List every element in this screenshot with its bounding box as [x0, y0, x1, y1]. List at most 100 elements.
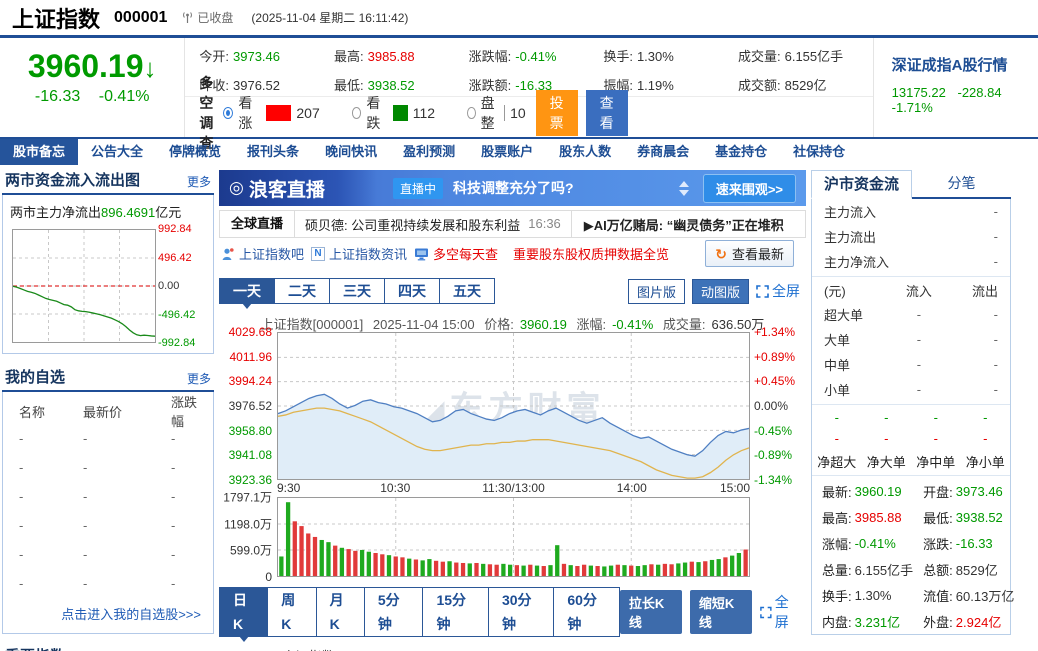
bear-swatch: [393, 105, 408, 121]
period-tabs: 一天二天三天四天五天: [219, 278, 495, 304]
live-banner[interactable]: ◎ 浪客直播 直播中 科技调整充分了吗? 速来围观>>: [219, 170, 806, 206]
daily-survey-link[interactable]: 多空每天查: [414, 244, 498, 263]
period-tab[interactable]: 四天: [385, 278, 440, 304]
kline-tab[interactable]: 15分钟: [423, 587, 488, 637]
radio-flat-icon[interactable]: [467, 107, 476, 119]
watchlist-enter-link[interactable]: 点击进入我的自选股>>>: [11, 598, 205, 627]
stat-cell: 成交额:8529亿: [738, 75, 873, 94]
vote-button[interactable]: 投票: [536, 90, 578, 136]
nav-tab[interactable]: 基金持仓: [702, 139, 780, 165]
price-y-labels-right: +1.34%+0.89%+0.45%0.00%-0.45%-0.89%-1.34…: [750, 332, 806, 480]
net-values-green-row: ----: [812, 407, 1010, 428]
szse-pct: -1.71%: [892, 100, 933, 115]
fullscreen-link[interactable]: 全屏: [756, 281, 800, 301]
fund-flow-more-link[interactable]: 更多: [187, 173, 211, 190]
watchlist-box: 名称 最新价 涨跌幅 - - - - - - - - -: [2, 392, 214, 634]
sentiment-survey: 多空调查 看涨 207 看跌 112 盘整 10: [185, 96, 872, 128]
right-sidebar: 沪市资金流 分笔 主力流入- 主力流出- 主力净流入- (元) 流入 流出: [811, 170, 1011, 651]
fullscreen-link-bottom[interactable]: 全屏: [760, 592, 800, 632]
time-axis-labels: 9:3010:3011:30/13:0014:0015:00: [277, 480, 750, 497]
survey-option-bull[interactable]: 看涨 207: [223, 93, 319, 133]
watchlist-row[interactable]: - - -: [11, 569, 205, 598]
carousel-up-icon[interactable]: [679, 181, 689, 187]
fund-flow-y-labels: 992.84496.420.00-496.42-992.84: [158, 229, 208, 343]
watchlist-section-header: 我的自选 更多: [2, 367, 214, 392]
chart-title: 上证指数[000001] 2025-11-04 15:00 价格:3960.19…: [219, 314, 806, 332]
kline-tab[interactable]: 周K: [268, 587, 316, 637]
watchlist-row[interactable]: - - -: [11, 511, 205, 540]
price-y-labels-left: 4029.684011.963994.243976.523958.803941.…: [219, 332, 277, 480]
survey-option-bear[interactable]: 看跌 112: [352, 93, 435, 133]
tab-sh-money-flow[interactable]: 沪市资金流: [811, 170, 912, 199]
index-name: 上证指数: [12, 2, 100, 34]
kline-tab[interactable]: 日K: [219, 587, 268, 637]
index-info-link[interactable]: N 上证指数资讯: [311, 244, 407, 263]
kline-tab[interactable]: 60分钟: [554, 587, 619, 637]
flat-swatch: [504, 105, 505, 121]
animated-version-button[interactable]: 动图版: [692, 279, 749, 304]
chart-datetime: 2025-11-04 15:00: [373, 317, 475, 332]
kline-tab[interactable]: 月K: [317, 587, 365, 637]
summary-stat: 涨跌:-16.33: [913, 530, 1014, 556]
quote-datetime: (2025-11-04 星期二 16:11:42): [251, 9, 408, 26]
nav-tab[interactable]: 公告大全: [78, 139, 156, 165]
period-tab[interactable]: 一天: [219, 278, 275, 304]
period-tab[interactable]: 三天: [330, 278, 385, 304]
live-headline[interactable]: 科技调整充分了吗?: [453, 178, 574, 198]
divider: [812, 475, 1010, 476]
nav-tab[interactable]: 报刊头条: [234, 139, 312, 165]
main-content: 两市资金流入流出图 更多 两市主力净流出896.4691亿元 992.84496…: [2, 170, 1038, 651]
order-row: 中单 - -: [812, 352, 1010, 377]
nav-tab[interactable]: 股票账户: [468, 139, 546, 165]
bear-label: 看跌: [366, 93, 387, 133]
order-row: 超大单 - -: [812, 302, 1010, 327]
carousel-down-icon[interactable]: [679, 190, 689, 196]
nav-tab[interactable]: 股市备忘: [0, 139, 78, 165]
stretch-kline-button[interactable]: 拉长K线: [620, 590, 682, 634]
index-bar-link[interactable]: 上证指数吧: [221, 244, 304, 263]
fund-flow-title: 两市资金流入流出图: [5, 169, 140, 190]
pledge-data-link[interactable]: 重要股东股权质押数据全览: [513, 244, 669, 263]
chart-pct: -0.41%: [612, 317, 653, 332]
change-value: -16.33: [35, 88, 80, 105]
nav-tab[interactable]: 券商晨会: [624, 139, 702, 165]
live-carousel-arrows[interactable]: [679, 181, 689, 196]
radio-bear-icon[interactable]: [352, 107, 362, 119]
kline-tab[interactable]: 30分钟: [489, 587, 554, 637]
news-headline[interactable]: 硕贝德: 公司重视持续发展和股东利益: [295, 215, 528, 234]
main-force-rows: 主力流入- 主力流出- 主力净流入-: [812, 199, 1010, 274]
price-plot: ◢东方财富: [277, 332, 750, 480]
money-flow-tabs: 沪市资金流 分笔: [811, 170, 1011, 199]
live-cta-button[interactable]: 速来围观>>: [703, 174, 796, 203]
view-results-button[interactable]: 查看: [586, 90, 628, 136]
nav-tab[interactable]: 盈利预测: [390, 139, 468, 165]
nav-tab[interactable]: 社保持仓: [780, 139, 858, 165]
news-secondary-headline[interactable]: ▶AI万亿赌局: “幽灵债务”正在堆积: [572, 215, 784, 234]
time-axis-row: 9:3010:3011:30/13:0014:0015:00: [219, 480, 806, 497]
shrink-kline-button[interactable]: 缩短K线: [690, 590, 752, 634]
refresh-latest-button[interactable]: ↻ 查看最新: [705, 240, 794, 267]
radio-bull-icon[interactable]: [223, 107, 233, 119]
kline-tab[interactable]: 5分钟: [365, 587, 424, 637]
down-arrow-icon: ↓: [144, 53, 157, 83]
period-tab[interactable]: 二天: [275, 278, 330, 304]
tab-tick-detail[interactable]: 分笔: [912, 170, 1011, 197]
net-values-red-row: ----: [812, 428, 1010, 449]
summary-stat: 外盘:2.924亿: [913, 608, 1014, 634]
summary-stat: 换手:1.30%: [812, 582, 913, 608]
fund-flow-plot: [12, 229, 156, 343]
szse-link[interactable]: 深证成指A股行情: [892, 54, 1038, 75]
watchlist-row[interactable]: - - -: [11, 453, 205, 482]
watchlist-row[interactable]: - - -: [11, 482, 205, 511]
main-force-row: 主力流入-: [812, 199, 1010, 224]
order-row: 小单 - -: [812, 377, 1010, 402]
kline-tab-row: 日K周K月K5分钟15分钟30分钟60分钟 拉长K线 缩短K线 全屏: [219, 587, 806, 637]
nav-tab[interactable]: 股东人数: [546, 139, 624, 165]
survey-option-flat[interactable]: 盘整 10: [467, 93, 526, 133]
watchlist-more-link[interactable]: 更多: [187, 370, 211, 387]
watchlist-row[interactable]: - - -: [11, 540, 205, 569]
nav-tab[interactable]: 停牌概览: [156, 139, 234, 165]
period-tab[interactable]: 五天: [440, 278, 495, 304]
nav-tab[interactable]: 晚间快讯: [312, 139, 390, 165]
image-version-button[interactable]: 图片版: [628, 279, 685, 304]
